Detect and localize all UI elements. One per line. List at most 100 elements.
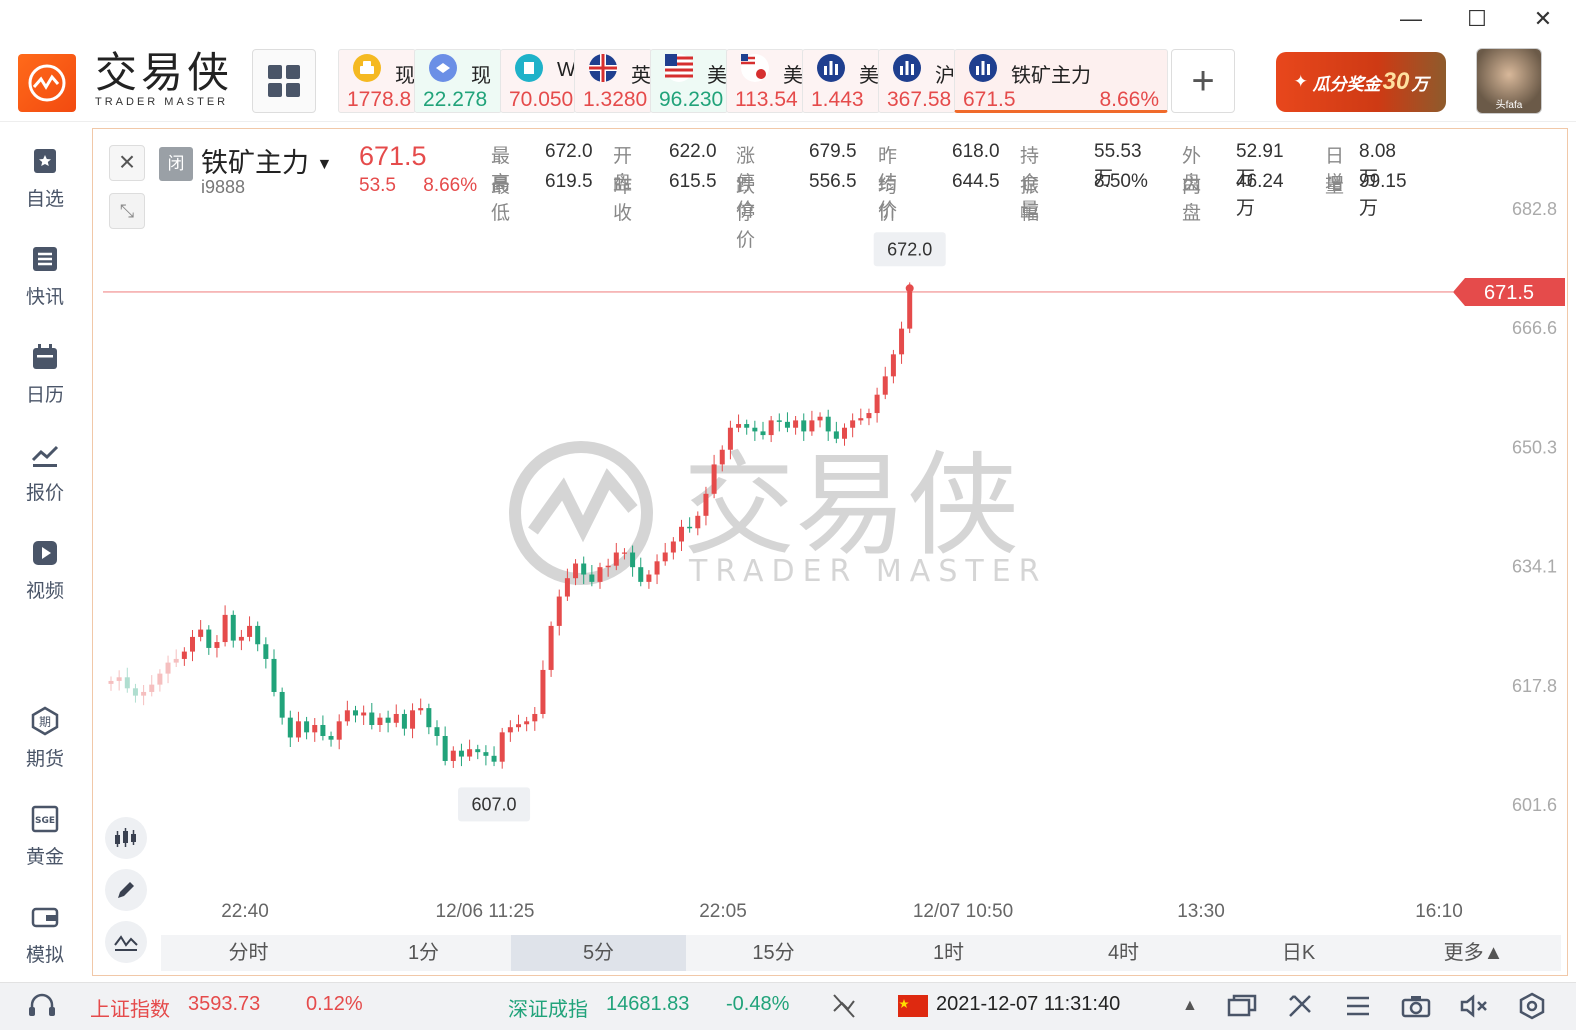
period-tab[interactable]: 5分 bbox=[511, 935, 686, 971]
last-price: 671.5 bbox=[359, 141, 427, 171]
settings-icon[interactable] bbox=[1514, 991, 1550, 1021]
grid-icon bbox=[268, 65, 300, 97]
ticker-item[interactable]: 铁矿主力 671.5 8.66% bbox=[954, 49, 1168, 113]
sidebar-item-calendar[interactable]: 日历 bbox=[0, 342, 90, 407]
candle bbox=[410, 703, 416, 739]
avatar[interactable]: 头fafa bbox=[1476, 48, 1542, 114]
ticker-price: 113.54 bbox=[735, 88, 798, 111]
candle bbox=[736, 414, 742, 433]
candle-body bbox=[426, 708, 432, 728]
candle bbox=[336, 714, 342, 750]
us-flag-icon bbox=[665, 54, 693, 82]
sidebar-item-sge[interactable]: SGE 黄金 bbox=[0, 804, 90, 869]
sh-index-name[interactable]: 上证指数 bbox=[90, 993, 170, 1022]
symbol-selector[interactable]: 铁矿主力 ▼ bbox=[201, 141, 332, 180]
ticker-price: 671.5 bbox=[963, 88, 1016, 111]
stat-label: 量 bbox=[1325, 176, 1345, 197]
sidebar-item-label: 自选 bbox=[25, 189, 64, 210]
ticker-item[interactable]: 现 22.278 bbox=[414, 49, 502, 113]
sidebar-item-bookmark[interactable]: 自选 bbox=[0, 146, 90, 211]
period-tab[interactable]: 分时 bbox=[161, 935, 336, 971]
candle-body bbox=[377, 717, 383, 725]
no-signal-icon[interactable] bbox=[830, 993, 858, 1025]
candle-body bbox=[116, 677, 122, 681]
stat-value: 622.0 bbox=[669, 141, 717, 162]
period-tab[interactable]: 1时 bbox=[861, 935, 1036, 971]
list-icon[interactable] bbox=[1340, 991, 1376, 1021]
sidebar-item-wallet[interactable]: 模拟 bbox=[0, 902, 90, 967]
candle-body bbox=[573, 563, 579, 579]
sidebar-item-futures[interactable]: 期期货 bbox=[0, 706, 90, 771]
camera-icon[interactable] bbox=[1398, 991, 1434, 1021]
period-tab[interactable]: 日K bbox=[1211, 935, 1386, 971]
candle bbox=[353, 705, 358, 723]
pencil-button[interactable] bbox=[105, 869, 147, 911]
ticker-item[interactable]: 沪 367.58 bbox=[878, 49, 956, 113]
period-tab[interactable]: 4时 bbox=[1036, 935, 1211, 971]
promo-banner[interactable]: ✦ 瓜分奖金 30 万 bbox=[1276, 52, 1446, 112]
candle-body bbox=[124, 677, 130, 689]
candle-body bbox=[793, 420, 799, 428]
expand-up-icon[interactable]: ▲ bbox=[1182, 997, 1198, 1015]
candle-body bbox=[548, 625, 554, 670]
ticker-item[interactable]: W 70.050 bbox=[500, 49, 576, 113]
candle-body bbox=[621, 552, 627, 554]
candle-body bbox=[418, 708, 424, 711]
headset-icon[interactable] bbox=[26, 993, 58, 1027]
candle-body bbox=[401, 713, 407, 729]
sh-index-pct: 0.12% bbox=[306, 993, 363, 1015]
indicator-button[interactable] bbox=[105, 921, 147, 963]
top-bar: 交易侠 TRADER MASTER 现 1778.8 现 22.278 W 70.050 英… bbox=[0, 0, 1576, 122]
tools-icon[interactable] bbox=[1282, 991, 1318, 1021]
candle-body bbox=[695, 515, 701, 529]
sz-index-name[interactable]: 深证成指 bbox=[508, 993, 588, 1022]
candle-body bbox=[662, 552, 668, 562]
stat-value: 619.5 bbox=[545, 171, 593, 192]
candle-body bbox=[410, 710, 416, 729]
candle bbox=[850, 413, 856, 438]
candle bbox=[524, 716, 530, 732]
add-ticker-button[interactable]: + bbox=[1171, 49, 1235, 113]
close-panel-button[interactable]: × bbox=[109, 145, 145, 181]
sidebar-item-video[interactable]: 视频 bbox=[0, 538, 90, 603]
ticker-item[interactable]: 美 1.443 bbox=[802, 49, 880, 113]
period-tab[interactable]: 1分 bbox=[336, 935, 511, 971]
status-bar: 上证指数 3593.73 0.12% 深证成指 14681.83 -0.48% … bbox=[0, 982, 1576, 1030]
candle bbox=[638, 557, 644, 587]
candle bbox=[760, 421, 766, 440]
sidebar-item-quote-chart[interactable]: 报价 bbox=[0, 440, 90, 505]
ticker-price: 1.3280 bbox=[583, 88, 648, 111]
ticker-item[interactable]: 美 113.54 bbox=[726, 49, 804, 113]
window-icon[interactable] bbox=[1224, 991, 1260, 1021]
candle bbox=[833, 421, 839, 444]
candlestick-chart[interactable]: 交易侠TRADER MASTER 682.8 666.6 650.3 634.1 617.… bbox=[93, 129, 1569, 977]
candle bbox=[124, 667, 130, 693]
market-closed-badge: 闭 bbox=[159, 147, 193, 181]
ticker-item[interactable]: 美 96.230 bbox=[650, 49, 728, 113]
candle-body bbox=[320, 724, 326, 737]
brand-name-en: TRADER MASTER bbox=[95, 96, 229, 108]
candle bbox=[825, 409, 831, 441]
candle bbox=[165, 655, 171, 684]
candle-body bbox=[850, 420, 856, 428]
layout-grid-button[interactable] bbox=[252, 49, 316, 113]
sidebar-item-label: 黄金 bbox=[25, 847, 64, 868]
collapse-icon[interactable]: ⤡ bbox=[109, 193, 145, 229]
sidebar: 自选快讯日历报价视频期期货 SGE 黄金模拟 bbox=[0, 124, 90, 980]
ticker-item[interactable]: 英 1.3280 bbox=[574, 49, 652, 113]
svg-text:期: 期 bbox=[39, 715, 51, 729]
sidebar-item-label: 快讯 bbox=[25, 287, 64, 308]
candle-body bbox=[149, 684, 155, 692]
ticker-price: 1778.8 bbox=[347, 88, 412, 111]
period-tab[interactable]: 更多▲ bbox=[1386, 935, 1561, 971]
period-tab[interactable]: 15分 bbox=[686, 935, 861, 971]
candle-body bbox=[597, 567, 603, 582]
candle-body bbox=[271, 658, 277, 692]
candle bbox=[866, 408, 872, 426]
candle-tool-button[interactable] bbox=[105, 817, 147, 859]
y-tick-label: 650.3 bbox=[1512, 438, 1557, 458]
ticker-item[interactable]: 现 1778.8 bbox=[338, 49, 416, 113]
candle bbox=[157, 669, 163, 692]
sidebar-item-news[interactable]: 快讯 bbox=[0, 244, 90, 309]
mute-icon[interactable] bbox=[1456, 991, 1492, 1021]
